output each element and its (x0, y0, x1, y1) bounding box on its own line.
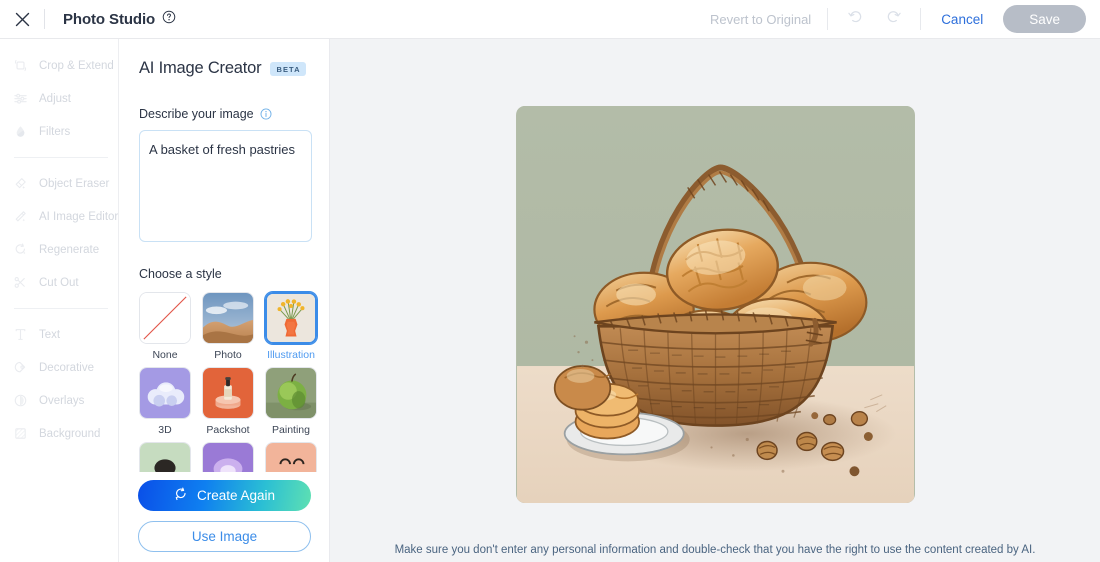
close-button[interactable] (0, 0, 44, 39)
style-section-label: Choose a style (139, 267, 222, 281)
style-label: None (152, 349, 178, 361)
redo-arrow-icon (885, 8, 902, 30)
close-icon (15, 12, 30, 27)
pastry-basket-illustration (516, 106, 914, 503)
prompt-label: Describe your image (139, 107, 254, 121)
sidebar-item-background[interactable]: Background (0, 417, 118, 450)
magic-wand-icon (9, 208, 31, 226)
cancel-button[interactable]: Cancel (921, 12, 1003, 27)
sidebar-label: Filters (39, 125, 71, 138)
photo-studio-app: Photo Studio Revert to Original Cancel S… (0, 0, 1100, 562)
style-thumbnail (265, 292, 317, 344)
undo-arrow-icon (847, 8, 864, 30)
style-option-3d[interactable]: 3D (139, 367, 191, 436)
create-again-label: Create Again (196, 488, 276, 503)
overlay-layers-icon (9, 392, 31, 410)
create-again-button[interactable]: Create Again (138, 480, 311, 511)
style-option-none[interactable]: None (139, 292, 191, 361)
sidebar-item-text[interactable]: Text (0, 318, 118, 351)
sliders-icon (9, 90, 31, 108)
style-option-painting[interactable]: Painting (265, 367, 317, 436)
style-option-packshot[interactable]: Packshot (202, 367, 254, 436)
sidebar-label: Background (39, 427, 101, 440)
help-circle-icon (162, 10, 176, 29)
tool-sidebar: Crop & Extend Adjust Filters Object Eras… (0, 39, 119, 562)
app-title: Photo Studio (63, 10, 156, 28)
crop-icon (9, 57, 31, 75)
sidebar-item-ai-image-editor[interactable]: AI Image Editor (0, 200, 118, 233)
scissors-icon (9, 274, 31, 292)
sidebar-item-overlays[interactable]: Overlays (0, 384, 118, 417)
sidebar-label: Cut Out (39, 276, 79, 289)
undo-button[interactable] (836, 3, 874, 35)
decorative-shape-icon (9, 359, 31, 377)
preview-canvas: Make sure you don't enter any personal i… (330, 39, 1100, 562)
prompt-input[interactable] (139, 130, 312, 242)
style-option-illustration[interactable]: Illustration (265, 292, 317, 361)
page-title: AI Image Creator (139, 59, 262, 77)
sidebar-label: Overlays (39, 394, 85, 407)
main-area: Crop & Extend Adjust Filters Object Eras… (0, 39, 1100, 562)
sidebar-divider-1 (14, 157, 108, 158)
sidebar-divider-2 (14, 308, 108, 309)
redo-button[interactable] (874, 3, 912, 35)
sidebar-item-regenerate[interactable]: Regenerate (0, 233, 118, 266)
prompt-label-row: Describe your image (139, 107, 309, 121)
sidebar-label: AI Image Editor (39, 210, 119, 223)
top-bar-actions: Revert to Original Cancel Save (694, 3, 1100, 35)
toolbar-separator (44, 9, 45, 29)
sidebar-item-crop-extend[interactable]: Crop & Extend (0, 49, 118, 82)
style-thumbnail (202, 292, 254, 344)
save-button[interactable]: Save (1003, 5, 1086, 33)
style-label: 3D (158, 424, 172, 436)
top-bar: Photo Studio Revert to Original Cancel S… (0, 0, 1100, 39)
refresh-sparkle-icon (9, 241, 31, 259)
ai-image-creator-panel: AI Image Creator BETA Describe your imag… (119, 39, 330, 562)
sidebar-label: Text (39, 328, 61, 341)
sidebar-label: Decorative (39, 361, 94, 374)
style-option-photo[interactable]: Photo (202, 292, 254, 361)
sidebar-item-filters[interactable]: Filters (0, 115, 118, 148)
sidebar-item-decorative[interactable]: Decorative (0, 351, 118, 384)
generated-image[interactable] (515, 106, 915, 503)
text-t-icon (9, 326, 31, 344)
style-thumbnail (139, 367, 191, 419)
ai-disclaimer: Make sure you don't enter any personal i… (394, 544, 1036, 556)
panel-actions: Create Again Use Image (119, 472, 329, 552)
sidebar-item-adjust[interactable]: Adjust (0, 82, 118, 115)
style-label: Painting (272, 424, 310, 436)
history-controls (836, 3, 912, 35)
refresh-icon (174, 487, 188, 504)
help-button[interactable] (162, 10, 176, 29)
use-image-button[interactable]: Use Image (138, 521, 311, 552)
style-thumbnail (139, 292, 191, 344)
info-circle-icon[interactable] (260, 108, 272, 120)
sidebar-item-cut-out[interactable]: Cut Out (0, 266, 118, 299)
droplet-icon (9, 123, 31, 141)
sidebar-label: Object Eraser (39, 177, 110, 190)
eraser-sparkle-icon (9, 175, 31, 193)
style-grid: None Photo Illustration 3D Packshot Pain… (139, 292, 317, 499)
sidebar-item-object-eraser[interactable]: Object Eraser (0, 167, 118, 200)
style-label: Illustration (267, 349, 315, 361)
toolbar-divider (827, 8, 829, 30)
sidebar-label: Adjust (39, 92, 71, 105)
sidebar-label: Regenerate (39, 243, 100, 256)
background-hatch-icon (9, 425, 31, 443)
style-thumbnail (265, 367, 317, 419)
style-label: Packshot (206, 424, 250, 436)
style-label: Photo (214, 349, 242, 361)
status-badge: BETA (270, 61, 306, 76)
revert-to-original-button[interactable]: Revert to Original (694, 12, 827, 27)
style-thumbnail (202, 367, 254, 419)
panel-header: AI Image Creator BETA (139, 59, 309, 78)
sidebar-label: Crop & Extend (39, 59, 114, 72)
